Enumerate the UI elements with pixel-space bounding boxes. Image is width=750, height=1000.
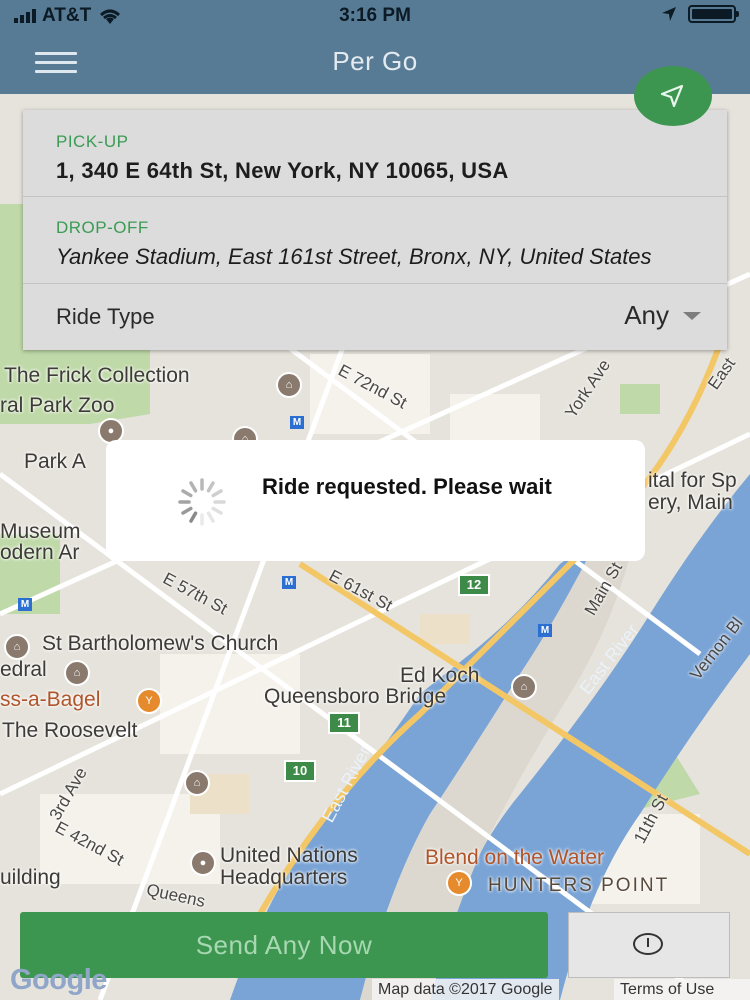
battery-icon bbox=[688, 5, 739, 23]
map-label: ital for Sp bbox=[648, 469, 737, 492]
status-right bbox=[660, 5, 739, 23]
dialog-message: Ride requested. Please wait bbox=[262, 474, 552, 499]
map-label: odern Ar bbox=[0, 541, 80, 564]
terms-link[interactable]: Terms of Use bbox=[614, 979, 750, 1000]
church-pin-icon[interactable]: ⌂ bbox=[64, 660, 90, 686]
schedule-button[interactable] bbox=[568, 912, 730, 978]
subway-icon: M bbox=[282, 576, 296, 589]
landmark-pin-icon[interactable]: ● bbox=[190, 850, 216, 876]
ride-requested-dialog: Ride requested. Please wait bbox=[106, 440, 645, 561]
dropoff-field[interactable]: DROP-OFF Yankee Stadium, East 161st Stre… bbox=[23, 196, 727, 282]
museum-pin-icon[interactable]: ⌂ bbox=[276, 372, 302, 398]
clock-icon bbox=[633, 933, 663, 955]
route-badge: 11 bbox=[328, 712, 360, 734]
google-logo: Google bbox=[10, 964, 107, 996]
ride-type-value: Any bbox=[624, 300, 669, 330]
map-label: HUNTERS POINT bbox=[488, 875, 670, 896]
app-title: Per Go bbox=[332, 46, 418, 76]
pickup-address[interactable]: 1, 340 E 64th St, New York, NY 10065, US… bbox=[56, 158, 696, 184]
map-label: edral bbox=[0, 658, 47, 681]
locate-me-button[interactable] bbox=[634, 66, 712, 126]
route-badge: 12 bbox=[458, 574, 490, 596]
map-label: uilding bbox=[0, 866, 61, 889]
caret-down-icon bbox=[683, 311, 701, 320]
pickup-label: PICK-UP bbox=[56, 132, 129, 151]
spinner-icon bbox=[178, 478, 226, 526]
route-badge: 10 bbox=[284, 760, 316, 782]
status-bar: AT&T 3:16 PM bbox=[0, 0, 750, 32]
restaurant-pin-icon[interactable]: Y bbox=[136, 688, 162, 714]
map-label: ery, Main bbox=[648, 491, 733, 514]
restaurant-pin-icon[interactable]: Y bbox=[446, 870, 472, 896]
map-label: Blend on the Water bbox=[425, 846, 604, 869]
map-label: The Roosevelt bbox=[2, 719, 138, 742]
location-arrow-icon bbox=[662, 7, 676, 21]
landmark-pin-icon[interactable]: ⌂ bbox=[184, 770, 210, 796]
ride-type-row[interactable]: Ride Type Any bbox=[23, 283, 727, 350]
map-label: The Frick Collection bbox=[4, 364, 190, 387]
map-label: Park A bbox=[24, 450, 86, 473]
status-time: 3:16 PM bbox=[339, 5, 411, 26]
map-copyright: Map data ©2017 Google bbox=[372, 979, 559, 1000]
ride-type-select[interactable]: Any bbox=[624, 300, 701, 331]
map-label: Queensboro Bridge bbox=[264, 685, 447, 708]
map-label: ss-a-Bagel bbox=[0, 688, 101, 711]
subway-icon: M bbox=[290, 416, 304, 429]
navigation-arrow-icon bbox=[660, 84, 684, 108]
dropoff-label: DROP-OFF bbox=[56, 218, 149, 237]
map-label: United Nations bbox=[220, 844, 358, 867]
dropoff-address[interactable]: Yankee Stadium, East 161st Street, Bronx… bbox=[56, 244, 696, 270]
map-label: St Bartholomew's Church bbox=[42, 632, 279, 655]
subway-icon: M bbox=[18, 598, 32, 611]
ride-type-label: Ride Type bbox=[56, 304, 155, 329]
address-card: PICK-UP 1, 340 E 64th St, New York, NY 1… bbox=[23, 110, 727, 350]
subway-icon: M bbox=[538, 624, 552, 637]
church-pin-icon[interactable]: ⌂ bbox=[4, 634, 30, 660]
map-label: Headquarters bbox=[220, 866, 348, 889]
landmark-pin-icon[interactable]: ⌂ bbox=[511, 674, 537, 700]
map-label: ral Park Zoo bbox=[0, 394, 115, 417]
